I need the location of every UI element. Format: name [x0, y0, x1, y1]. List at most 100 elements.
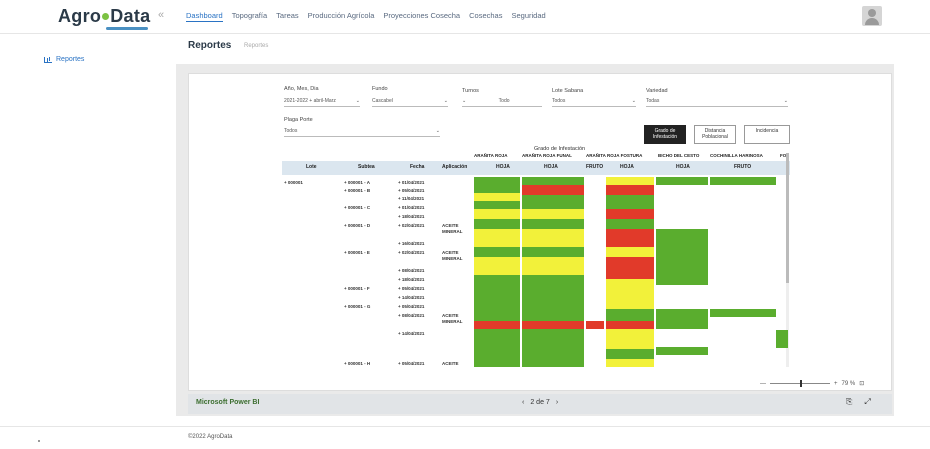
heat-cell — [656, 177, 708, 185]
heat-cell — [606, 195, 654, 209]
heat-cell — [474, 247, 520, 257]
grado-infestacion-button[interactable]: Grado de Infestación — [644, 125, 686, 144]
nav-seguridad[interactable]: Seguridad — [511, 11, 545, 22]
row-fecha[interactable]: + 01/04/2021 — [398, 180, 424, 185]
brand-logo[interactable]: Agro Data — [58, 6, 150, 30]
row-fecha[interactable]: + 11/04/2021 — [398, 196, 424, 201]
heat-cell — [522, 209, 584, 219]
filter-dropdown[interactable]: Todos ⌄ — [284, 128, 440, 137]
filter-value: Todos — [552, 98, 566, 104]
heat-cell — [606, 185, 654, 195]
nav-topografia[interactable]: Topografía — [232, 11, 267, 22]
heat-cell — [710, 309, 776, 317]
row-subtea[interactable]: + 000001 - G — [344, 304, 370, 309]
breadcrumb[interactable]: Reportes — [244, 43, 268, 49]
filter-dropdown[interactable]: 2021-2022 + abril-Marz ⌄ — [284, 98, 360, 107]
heat-cell — [710, 177, 776, 185]
row-fecha[interactable]: + 14/04/2021 — [398, 295, 424, 300]
row-subtea[interactable]: + 000001 - D — [344, 223, 370, 228]
row-fecha[interactable]: + 05/04/2021 — [398, 286, 424, 291]
row-fecha[interactable]: + 18/04/2021 — [398, 277, 424, 282]
prev-page-button[interactable]: ‹ — [522, 399, 524, 406]
heat-cell — [474, 209, 520, 219]
incidencia-button[interactable]: Incidencia — [744, 125, 790, 144]
matrix-grid: ARAÑITA ROJA ARAÑITA ROJA FUNAL ARAÑITA … — [282, 153, 790, 367]
decorative-dot — [38, 440, 40, 442]
share-icon[interactable]: ⎘ — [846, 397, 852, 407]
row-subtea[interactable]: + 000001 - H — [344, 361, 370, 366]
row-fecha[interactable]: + 05/04/2021 — [398, 304, 424, 309]
heat-cell — [606, 309, 654, 321]
nav-proyecciones[interactable]: Proyecciones Cosecha — [383, 11, 460, 22]
zoom-in-button[interactable]: + — [834, 381, 838, 387]
row-subtea[interactable]: + 000001 - B — [344, 188, 370, 193]
heat-cell — [606, 247, 654, 257]
nav-cosechas[interactable]: Cosechas — [469, 11, 502, 22]
zoom-control[interactable]: — + 79 % ⊡ — [760, 380, 864, 387]
next-page-button[interactable]: › — [556, 399, 558, 406]
sidebar-item-reportes[interactable]: Reportes — [44, 56, 84, 63]
heat-cell — [522, 229, 584, 247]
sidebar-item-label: Reportes — [56, 56, 85, 63]
row-fecha[interactable]: + 18/04/2021 — [398, 214, 424, 219]
heat-cell — [522, 275, 584, 321]
row-fecha[interactable]: + 02/04/2021 — [398, 250, 424, 255]
nav-produccion[interactable]: Producción Agrícola — [308, 11, 375, 22]
brand-part1: Agro — [58, 6, 102, 26]
zoom-slider[interactable] — [770, 380, 830, 387]
filter-value: Cascabel — [372, 98, 393, 104]
sub-header: FRUTO — [734, 164, 752, 170]
distancia-poblacional-button[interactable]: Distancia Poblacional — [694, 125, 736, 144]
filter-label: Turnos — [462, 88, 479, 94]
sub-header: HOJA — [676, 164, 690, 170]
filter-dropdown[interactable]: Todas ⌄ — [646, 98, 788, 107]
row-lote[interactable]: + 000001 — [284, 180, 303, 185]
user-avatar[interactable] — [862, 6, 882, 26]
powerbi-link[interactable]: Microsoft Power BI — [196, 399, 259, 406]
row-fecha[interactable]: + 01/04/2021 — [398, 205, 424, 210]
row-fecha[interactable]: + 14/04/2021 — [398, 331, 424, 336]
main-nav: Dashboard Topografía Tareas Producción A… — [186, 11, 546, 22]
filter-value: Todo — [498, 98, 510, 104]
filter-dropdown[interactable]: Cascabel ⌄ — [372, 98, 448, 107]
column-header[interactable]: Lote — [306, 164, 317, 170]
row-subtea[interactable]: + 000001 - F — [344, 286, 370, 291]
heat-cell — [522, 177, 584, 185]
row-fecha[interactable]: + 08/04/2021 — [398, 268, 424, 273]
logo-swoosh-icon — [106, 27, 148, 30]
row-fecha[interactable]: + 02/04/2021 — [398, 223, 424, 228]
fit-page-icon[interactable]: ⊡ — [859, 380, 864, 387]
row-fecha[interactable]: + 05/04/2021 — [398, 188, 424, 193]
collapse-sidebar-icon[interactable]: « — [158, 9, 164, 21]
chevron-down-icon: ⌄ — [631, 98, 636, 104]
filter-label: Lote Sabana — [552, 88, 584, 94]
nav-tareas[interactable]: Tareas — [276, 11, 299, 22]
page-title: Reportes — [188, 40, 232, 51]
nav-dashboard[interactable]: Dashboard — [186, 11, 223, 22]
fullscreen-icon[interactable]: ⤢ — [864, 397, 870, 407]
filter-label: Variedad — [646, 88, 668, 94]
row-fecha[interactable]: + 16/04/2021 — [398, 241, 424, 246]
heat-cell — [474, 177, 520, 193]
row-subtea[interactable]: + 000001 - E — [344, 250, 370, 255]
heat-cell — [474, 329, 520, 367]
filter-dropdown[interactable]: ⌄ Todo — [462, 98, 542, 107]
heat-cell — [776, 330, 788, 348]
heat-cell — [586, 321, 604, 329]
column-header[interactable]: Fecha — [410, 164, 424, 170]
row-fecha[interactable]: + 08/04/2021 — [398, 313, 424, 318]
heat-cell — [606, 219, 654, 229]
row-subtea[interactable]: + 000001 - A — [344, 180, 370, 185]
heat-cell — [474, 275, 520, 321]
filter-dropdown[interactable]: Todos ⌄ — [552, 98, 636, 107]
sub-header: HOJA — [496, 164, 510, 170]
column-header[interactable]: Aplicación — [442, 164, 467, 170]
zoom-out-button[interactable]: — — [760, 381, 766, 387]
column-header[interactable]: Subtea — [358, 164, 375, 170]
measure-header: ARAÑITA ROJA FOSTURA — [586, 153, 643, 158]
sub-header: FRUTO — [586, 164, 604, 170]
chevron-down-icon: ⌄ — [443, 98, 448, 104]
row-subtea[interactable]: + 000001 - C — [344, 205, 370, 210]
row-fecha[interactable]: + 05/04/2021 — [398, 361, 424, 366]
sub-header: HOJA — [544, 164, 558, 170]
